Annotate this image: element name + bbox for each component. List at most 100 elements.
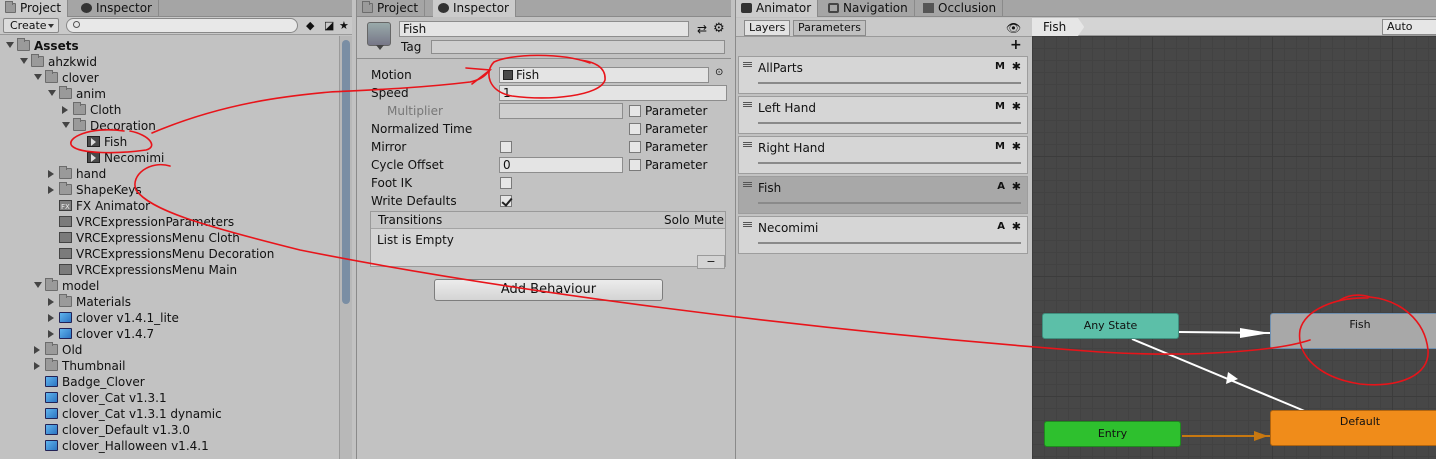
normalized-time-parameter-checkbox[interactable]	[629, 123, 641, 135]
gear-icon[interactable]: ⚙	[713, 21, 725, 36]
tree-item[interactable]: Decoration	[0, 118, 339, 134]
tree-item[interactable]: Cloth	[0, 102, 339, 118]
drag-handle-icon[interactable]	[743, 222, 752, 227]
cycle-offset-parameter-checkbox[interactable]	[629, 159, 641, 171]
mirror-checkbox[interactable]	[500, 141, 512, 153]
tab-project[interactable]: Project	[357, 0, 426, 17]
expand-arrow-closed-icon[interactable]	[34, 346, 40, 354]
create-button[interactable]: Create	[3, 18, 59, 33]
foot-ik-checkbox[interactable]	[500, 177, 512, 189]
breadcrumb[interactable]: Fish	[1032, 18, 1085, 36]
motion-field[interactable]: Fish	[499, 67, 709, 83]
expand-arrow-open-icon[interactable]	[48, 90, 56, 96]
tree-item[interactable]: clover	[0, 70, 339, 86]
tree-item[interactable]: VRCExpressionsMenu Cloth	[0, 230, 339, 246]
scrollbar-thumb[interactable]	[342, 40, 350, 304]
cycle-offset-field[interactable]: 0	[499, 157, 623, 173]
expand-arrow-closed-icon[interactable]	[48, 298, 54, 306]
expand-arrow-open-icon[interactable]	[62, 122, 70, 128]
gear-icon[interactable]: ✱	[1012, 220, 1021, 233]
state-name-field[interactable]: Fish	[399, 21, 689, 37]
multiplier-parameter-checkbox[interactable]	[629, 105, 641, 117]
expand-arrow-open-icon[interactable]	[34, 282, 42, 288]
layer-weight-bar[interactable]	[758, 122, 1021, 124]
add-behaviour-button[interactable]: Add Behaviour	[434, 279, 663, 301]
layer-item[interactable]: AllParts M ✱	[738, 56, 1028, 94]
tab-parameters[interactable]: Parameters	[793, 20, 866, 36]
tree-item[interactable]: Old	[0, 342, 339, 358]
tree-item[interactable]: clover_Halloween v1.4.1	[0, 438, 339, 454]
favorite-icon[interactable]: ★	[339, 19, 351, 32]
eye-icon[interactable]: 👁	[1006, 21, 1021, 35]
expand-arrow-closed-icon[interactable]	[62, 106, 68, 114]
drag-handle-icon[interactable]	[743, 102, 752, 107]
layer-weight-bar[interactable]	[758, 162, 1021, 164]
tree-item[interactable]: Badge_Clover	[0, 374, 339, 390]
drag-handle-icon[interactable]	[743, 182, 752, 187]
tree-item[interactable]: clover_Default v1.3.0	[0, 422, 339, 438]
gear-icon[interactable]: ✱	[1012, 140, 1021, 153]
tree-item[interactable]: clover_Cat v1.3.1 dynamic	[0, 406, 339, 422]
layer-item[interactable]: Left Hand M ✱	[738, 96, 1028, 134]
layer-weight-bar[interactable]	[758, 82, 1021, 84]
any-state-node[interactable]: Any State	[1042, 313, 1179, 339]
tab-inspector[interactable]: Inspector	[433, 0, 516, 17]
mirror-parameter-checkbox[interactable]	[629, 141, 641, 153]
layer-item[interactable]: Necomimi A ✱	[738, 216, 1028, 254]
entry-node[interactable]: Entry	[1044, 421, 1181, 447]
expand-arrow-closed-icon[interactable]	[48, 314, 54, 322]
expand-arrow-closed-icon[interactable]	[48, 170, 54, 178]
tree-item[interactable]: VRCExpressionsMenu Decoration	[0, 246, 339, 262]
write-defaults-checkbox[interactable]	[500, 195, 512, 207]
search-input[interactable]	[66, 18, 298, 33]
tree-item[interactable]: clover v1.4.1_lite	[0, 310, 339, 326]
filter-type-icon[interactable]: ◆	[306, 19, 320, 32]
fish-state-node[interactable]: Fish	[1270, 313, 1436, 349]
tree-item[interactable]: hand	[0, 166, 339, 182]
tab-project[interactable]: Project	[0, 0, 69, 17]
speed-field[interactable]: 1	[499, 85, 727, 101]
tree-item[interactable]: ShapeKeys	[0, 182, 339, 198]
add-layer-button[interactable]: +	[1010, 37, 1022, 53]
tree-item[interactable]: Necomimi	[0, 150, 339, 166]
gear-icon[interactable]: ✱	[1012, 180, 1021, 193]
default-state-node[interactable]: Default	[1270, 410, 1436, 446]
tag-field[interactable]	[431, 40, 725, 54]
tree-item[interactable]: clover_Cat v1.3.1	[0, 390, 339, 406]
remove-transition-button[interactable]: −	[697, 255, 725, 269]
expand-arrow-closed-icon[interactable]	[48, 330, 54, 338]
gear-icon[interactable]: ✱	[1012, 100, 1021, 113]
tree-item[interactable]: FX Animator	[0, 198, 339, 215]
project-scrollbar[interactable]	[339, 36, 352, 459]
tree-item[interactable]: Assets	[0, 38, 339, 54]
object-picker-icon[interactable]: ⊙	[715, 67, 723, 78]
tree-item[interactable]: anim	[0, 86, 339, 102]
drag-handle-icon[interactable]	[743, 62, 752, 67]
expand-arrow-open-icon[interactable]	[20, 58, 28, 64]
layer-item[interactable]: Right Hand M ✱	[738, 136, 1028, 174]
tree-item[interactable]: Fish	[0, 134, 339, 150]
layer-item[interactable]: Fish A ✱	[738, 176, 1028, 214]
tab-navigation[interactable]: Navigation	[823, 0, 915, 17]
tab-inspector[interactable]: Inspector	[76, 0, 159, 17]
state-machine-graph[interactable]: Any State Fish Entry Default	[1032, 36, 1436, 459]
layer-weight-bar[interactable]	[758, 242, 1021, 244]
layer-weight-bar[interactable]	[758, 202, 1021, 204]
tree-item[interactable]: VRCExpressionsMenu Main	[0, 262, 339, 278]
expand-arrow-closed-icon[interactable]	[34, 362, 40, 370]
drag-handle-icon[interactable]	[743, 142, 752, 147]
tree-item[interactable]: ahzkwid	[0, 54, 339, 70]
tree-item[interactable]: Thumbnail	[0, 358, 339, 374]
expand-arrow-open-icon[interactable]	[6, 42, 14, 48]
tree-item[interactable]: clover v1.4.7	[0, 326, 339, 342]
tab-animator[interactable]: Animator	[736, 0, 819, 17]
expand-arrow-open-icon[interactable]	[34, 74, 42, 80]
tab-layers[interactable]: Layers	[744, 20, 791, 36]
gear-icon[interactable]: ✱	[1012, 60, 1021, 73]
filter-label-icon[interactable]: ◪	[324, 19, 336, 32]
auto-live-toggle[interactable]: Auto Live	[1382, 19, 1436, 47]
tree-item[interactable]: model	[0, 278, 339, 294]
transition-line[interactable]	[1131, 338, 1308, 413]
tree-item[interactable]: VRCExpressionParameters	[0, 214, 339, 230]
preset-icon[interactable]: ⇄	[697, 22, 707, 36]
